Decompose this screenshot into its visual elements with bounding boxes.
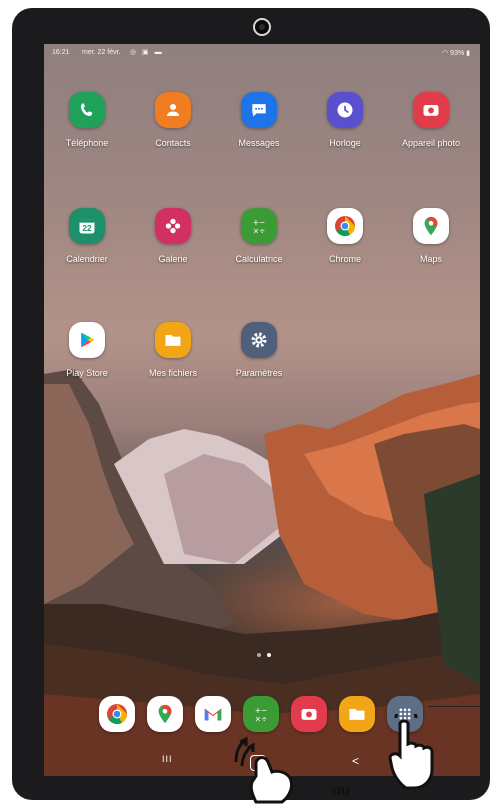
camera-icon <box>301 709 317 720</box>
page-dot <box>257 653 261 657</box>
dock-chrome[interactable] <box>99 696 135 732</box>
files-icon <box>349 709 365 720</box>
play-store-icon <box>69 322 105 358</box>
tap-gesture-icon <box>388 714 434 790</box>
recents-button[interactable]: III <box>162 754 173 764</box>
app-label: Contacts <box>155 138 191 148</box>
app-maps[interactable]: Maps <box>390 208 472 264</box>
dock: +− ×÷ <box>99 696 429 732</box>
home-screen[interactable]: 16:21 mer. 22 févr. ◎ ▣ ▬ ◠ 93% ▮ Téléph… <box>44 44 480 776</box>
calendar-icon: 22 <box>69 208 105 244</box>
app-horloge[interactable]: Horloge <box>304 92 386 148</box>
dock-maps[interactable] <box>147 696 183 732</box>
maps-icon <box>158 704 172 724</box>
app-label: Maps <box>419 254 442 264</box>
svg-text:×÷: ×÷ <box>253 227 266 236</box>
app-label: Calendrier <box>66 254 108 264</box>
wallpaper <box>44 369 480 776</box>
swipe-up-gesture-icon <box>234 736 294 804</box>
app-label: Paramètres <box>235 368 283 378</box>
front-camera <box>253 18 271 36</box>
status-bar: 16:21 mer. 22 févr. ◎ ▣ ▬ ◠ 93% ▮ <box>44 44 480 62</box>
app-label: Appareil photo <box>401 138 461 148</box>
clock-icon <box>327 92 363 128</box>
app-telephone[interactable]: Téléphone <box>46 92 128 148</box>
battery-icon: ▮ <box>466 50 470 57</box>
app-messages[interactable]: Messages <box>218 92 300 148</box>
app-appareil-photo[interactable]: Appareil photo <box>390 92 472 148</box>
app-label: Téléphone <box>65 138 109 148</box>
app-galerie[interactable]: Galerie <box>132 208 214 264</box>
files-icon <box>155 322 191 358</box>
back-button[interactable]: < <box>352 754 359 768</box>
app-label: Chrome <box>328 254 361 264</box>
messages-icon <box>241 92 277 128</box>
chrome-icon <box>107 704 128 725</box>
calculator-icon: +−×÷ <box>255 706 268 724</box>
svg-text:×÷: ×÷ <box>255 715 268 724</box>
app-calculatrice[interactable]: +− ×÷ Calculatrice <box>218 208 300 264</box>
battery-level: 93% <box>450 50 465 57</box>
app-contacts[interactable]: Contacts <box>132 92 214 148</box>
app-label: Messages <box>238 138 280 148</box>
page-indicator[interactable] <box>254 644 274 662</box>
app-calendrier[interactable]: 22 Calendrier <box>46 208 128 264</box>
wifi-icon: ◠ <box>442 50 449 57</box>
app-label: Play Store <box>66 368 108 378</box>
app-chrome[interactable]: Chrome <box>304 208 386 264</box>
chrome-icon <box>327 208 363 244</box>
dock-mes-fichiers[interactable] <box>339 696 375 732</box>
caption-or: ou <box>332 782 351 799</box>
gmail-icon <box>204 708 222 721</box>
maps-icon <box>413 208 449 244</box>
callout-line <box>428 706 480 707</box>
app-label: Galerie <box>158 254 188 264</box>
app-label: Calculatrice <box>235 254 283 264</box>
status-notification-icons: ◎ ▣ ▬ <box>130 49 164 56</box>
app-mes-fichiers[interactable]: Mes fichiers <box>132 322 214 378</box>
calculator-icon: +−×÷ <box>241 208 277 244</box>
app-label: Horloge <box>329 138 361 148</box>
status-battery: ◠ 93% ▮ <box>442 49 470 57</box>
settings-icon <box>241 322 277 358</box>
page-dot-active <box>267 653 271 657</box>
status-date: mer. 22 févr. <box>82 49 121 56</box>
app-parametres[interactable]: Paramètres <box>218 322 300 378</box>
dock-appareil-photo[interactable] <box>291 696 327 732</box>
app-label: Mes fichiers <box>148 368 197 378</box>
dock-gmail[interactable] <box>195 696 231 732</box>
gallery-icon <box>155 208 191 244</box>
phone-icon <box>69 92 105 128</box>
app-play-store[interactable]: Play Store <box>46 322 128 378</box>
contacts-icon <box>155 92 191 128</box>
dock-calculatrice[interactable]: +− ×÷ <box>243 696 279 732</box>
status-time: 16:21 <box>52 49 70 56</box>
camera-icon <box>413 92 449 128</box>
calendar-day: 22 <box>82 223 92 233</box>
